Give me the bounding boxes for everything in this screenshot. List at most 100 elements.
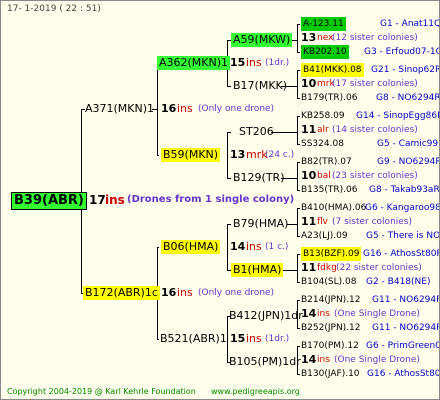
sister-note: (22 sister colonies) (336, 263, 422, 273)
ancestor-label: KB258.09 (301, 111, 345, 121)
sister-unit: ins (317, 309, 330, 319)
sister-note: (One Single Drone) (334, 309, 420, 319)
connector (297, 208, 298, 236)
connector (297, 254, 300, 255)
gen3-label: ST206 (239, 125, 274, 138)
gen2-note: (1 c.) (265, 242, 289, 252)
ancestor-desc: G11 - NO6294R (372, 295, 440, 305)
ancestor-desc: G16 - AthosSt80R (367, 369, 440, 379)
gen1-num: 16 (161, 286, 177, 299)
gen3-label: B1(HMA) (231, 263, 284, 277)
sister-unit: nex (317, 33, 334, 43)
connector (287, 224, 297, 225)
ancestor-label: B41(MKK).08 (301, 63, 364, 77)
gen2-label: B521(ABR)1 (160, 332, 227, 345)
gen1-unit: ins (177, 102, 193, 115)
connector (297, 236, 300, 237)
ancestor-label: B179(TR).06 (301, 93, 358, 103)
sister-num: 11 (301, 261, 317, 274)
ancestor-desc: G3 - Erfoud07-1Q (364, 47, 440, 57)
sister-note: (One Single Drone) (334, 355, 420, 365)
gen2-note: (24 c.) (265, 150, 295, 160)
ancestor-desc: G2 - B418(NE) (366, 277, 431, 287)
sister-num: 10 (301, 169, 317, 182)
sister-unit: bal (317, 171, 331, 181)
gen1-label: A371(MKN)1 (85, 102, 155, 115)
sister-unit: fdkg (317, 263, 337, 273)
gen1-note: (Only one drone) (198, 104, 275, 114)
sister-num: 14 (301, 353, 317, 366)
sister-num: 11 (301, 123, 317, 136)
gen2-unit: ins (246, 56, 262, 69)
ancestor-desc: G16 - AthosSt80R (363, 249, 440, 259)
ancestor-desc: G1 - Anat11Q (380, 19, 440, 29)
sister-num: 13 (301, 31, 317, 44)
ancestor-label: B82(TR).07 (301, 157, 352, 167)
connector (297, 144, 300, 145)
ancestor-label: B170(PM).12 (301, 341, 359, 351)
pedigree-chart: 17- 1-2019 ( 22 : 51) B39(ABR) 17 ins (D… (0, 0, 440, 400)
connector (297, 52, 300, 53)
connector (297, 98, 300, 99)
ancestor-desc: G21 - Sinop62R (371, 65, 440, 75)
connector (297, 70, 300, 71)
ancestor-desc: G6 - Kangaroo98R (365, 203, 440, 213)
connector (297, 254, 298, 282)
connector (227, 178, 231, 179)
connector (297, 116, 298, 144)
sister-num: 14 (301, 307, 317, 320)
sister-unit: ins (317, 355, 330, 365)
gen3-label: B129(TR) (233, 171, 285, 184)
gen2-unit: ins (246, 332, 262, 345)
sister-num: 10 (301, 77, 317, 90)
sister-note: (12 sister colonies) (332, 33, 418, 43)
gen2-num: 14 (230, 240, 246, 253)
gen1-label: B172(ABR)1c (83, 286, 160, 300)
ancestor-label: SS324.08 (301, 139, 344, 149)
connector (297, 162, 298, 190)
root-queen-label: B39(ABR) (11, 192, 87, 210)
root-note: (Drones from 1 single colony) (127, 194, 295, 205)
connector (227, 86, 231, 87)
website-link[interactable]: www.pedigreeapis.org (211, 385, 300, 399)
connector (297, 346, 300, 347)
connector (157, 63, 158, 155)
connector (297, 282, 300, 283)
connector (157, 155, 159, 156)
sister-unit: flv (317, 217, 328, 227)
gen1-note: (Only one drone) (198, 288, 275, 298)
sister-num: 11 (301, 215, 317, 228)
sister-note: (7 sister colonies) (332, 217, 413, 227)
copyright: Copyright 2004-2019 @ Karl Kehrle Founda… (7, 387, 196, 396)
ancestor-label: B214(JPN).12 (301, 295, 361, 305)
gen2-label: B06(HMA) (161, 240, 221, 254)
ancestor-desc: G5 - Camic99R (377, 139, 440, 149)
ancestor-label: KB202.10 (301, 45, 349, 59)
connector (297, 162, 300, 163)
ancestor-label: B104(SL).08 (301, 277, 357, 287)
connector (297, 300, 300, 301)
gen2-note: (1dr.) (265, 334, 290, 344)
connector (297, 190, 300, 191)
connector (227, 316, 228, 362)
sister-note: (17 sister colonies) (332, 79, 418, 89)
ancestor-desc: G14 - SinopEgg86R (356, 111, 440, 121)
root-unit: ins (105, 193, 125, 207)
connector (297, 70, 298, 98)
gen3-label: B17(MKK) (233, 79, 288, 92)
gen2-label: B59(MKN) (161, 148, 221, 162)
connector (271, 132, 297, 133)
sister-note: (23 sister colonies) (332, 171, 418, 181)
ancestor-desc: G8 - NO6294R (376, 93, 440, 103)
connector (297, 374, 300, 375)
ancestor-label: A-123.11 (301, 17, 346, 31)
connector (157, 339, 159, 340)
gen1-num: 16 (161, 102, 177, 115)
gen3-label: B79(HMA) (233, 217, 289, 230)
root-num: 17 (89, 193, 106, 207)
timestamp: 17- 1-2019 ( 22 : 51) (7, 4, 101, 14)
connector (297, 24, 300, 25)
connector (157, 247, 159, 248)
ancestor-label: B135(TR).06 (301, 185, 358, 195)
gen3-label: B105(PM)1dr (229, 355, 301, 368)
